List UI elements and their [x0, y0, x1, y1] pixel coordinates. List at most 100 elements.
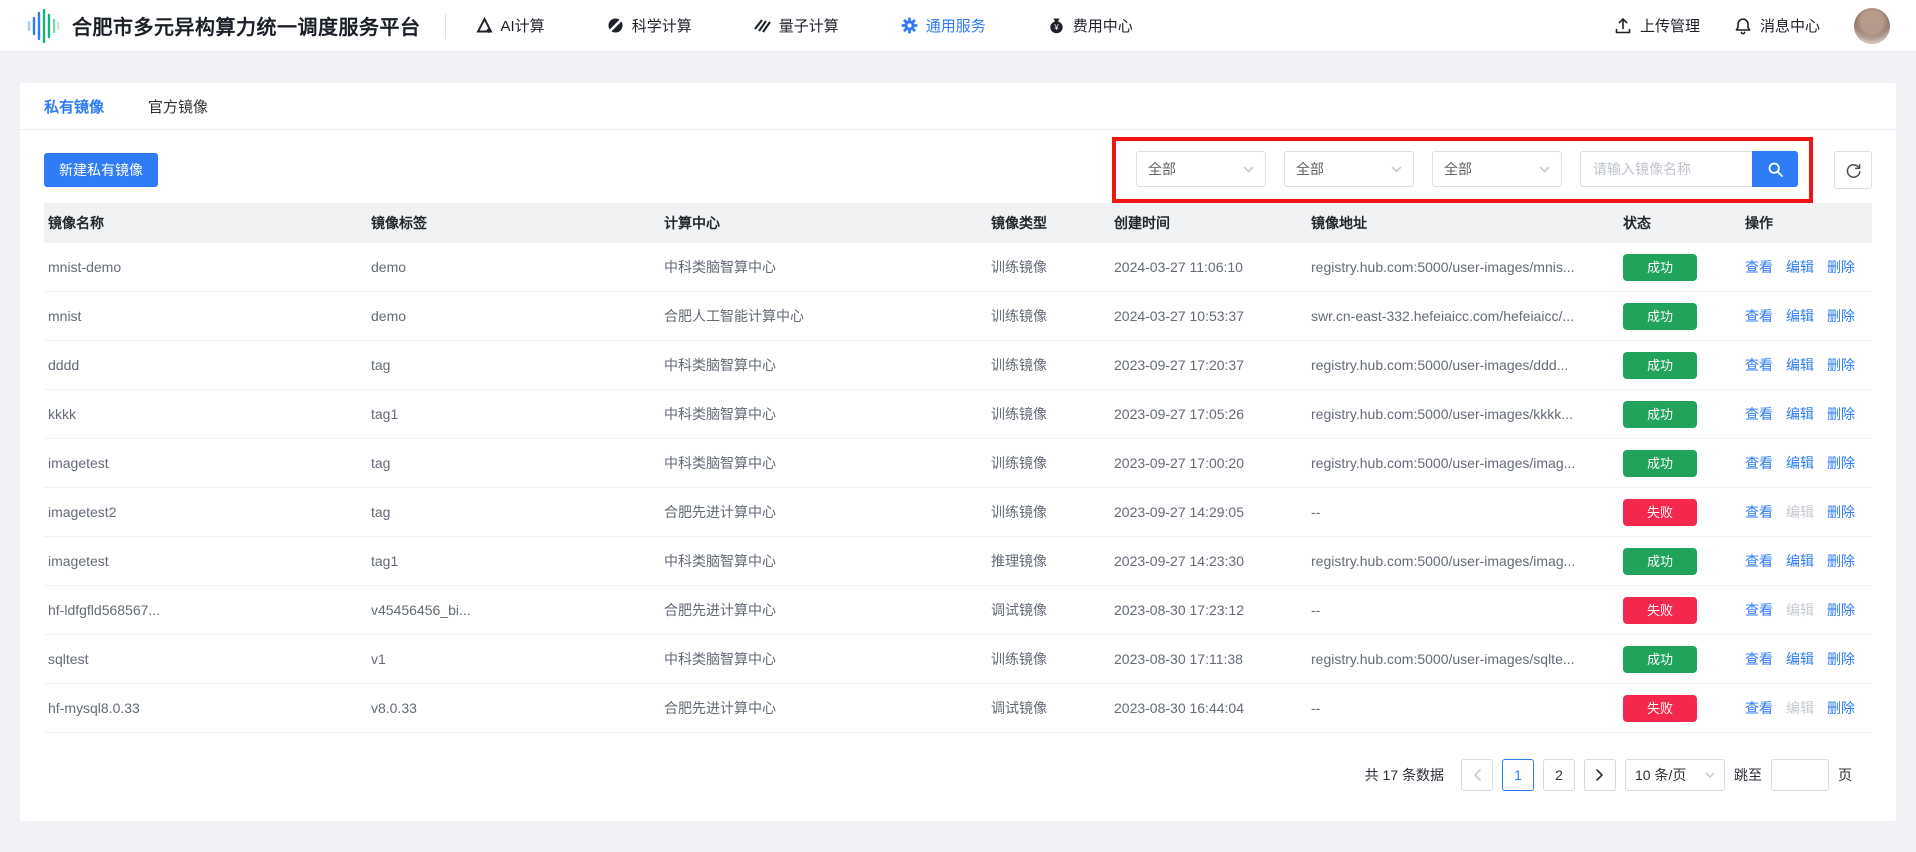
- action-delete[interactable]: 删除: [1827, 698, 1855, 718]
- action-delete[interactable]: 删除: [1827, 453, 1855, 473]
- status-badge: 成功: [1623, 254, 1697, 281]
- search-button[interactable]: [1752, 151, 1798, 187]
- action-view[interactable]: 查看: [1745, 453, 1773, 473]
- upload-manage-button[interactable]: 上传管理: [1614, 15, 1700, 36]
- col-image-name: 镜像名称: [44, 213, 367, 233]
- cell-status: 成功: [1619, 401, 1741, 428]
- image-name-search-input[interactable]: [1580, 151, 1752, 187]
- col-compute-center: 计算中心: [660, 213, 987, 233]
- cell-image-tag: demo: [367, 259, 660, 275]
- chevron-down-icon: [1539, 166, 1550, 173]
- action-delete[interactable]: 删除: [1827, 355, 1855, 375]
- cell-image-name: imagetest: [44, 455, 367, 471]
- status-badge: 成功: [1623, 548, 1697, 575]
- cell-image-address: --: [1307, 504, 1619, 520]
- tab-private-images[interactable]: 私有镜像: [44, 96, 104, 117]
- jump-page-input[interactable]: [1771, 759, 1829, 791]
- app-header: 合肥市多元异构算力统一调度服务平台 AI计算 科学计算: [0, 0, 1916, 52]
- table-body: mnist-demo demo 中科类脑智算中心 训练镜像 2024-03-27…: [44, 243, 1872, 733]
- action-edit[interactable]: 编辑: [1786, 698, 1814, 718]
- action-edit[interactable]: 编辑: [1786, 502, 1814, 522]
- prev-page-button[interactable]: [1461, 759, 1493, 791]
- general-service-icon: [901, 17, 918, 34]
- bell-icon: [1734, 17, 1752, 35]
- col-status: 状态: [1619, 213, 1741, 233]
- cell-status: 成功: [1619, 646, 1741, 673]
- action-view[interactable]: 查看: [1745, 649, 1773, 669]
- cell-compute-center: 中科类脑智算中心: [660, 649, 987, 669]
- action-edit[interactable]: 编辑: [1786, 355, 1814, 375]
- action-delete[interactable]: 删除: [1827, 600, 1855, 620]
- cell-compute-center: 中科类脑智算中心: [660, 257, 987, 277]
- cell-image-type: 训练镜像: [987, 649, 1110, 669]
- status-badge: 成功: [1623, 450, 1697, 477]
- cell-image-name: dddd: [44, 357, 367, 373]
- nav-item-ai-compute[interactable]: AI计算: [476, 15, 545, 36]
- cell-created-time: 2023-09-27 17:05:26: [1110, 406, 1307, 422]
- next-page-button[interactable]: [1584, 759, 1616, 791]
- cell-compute-center: 中科类脑智算中心: [660, 551, 987, 571]
- chevron-down-icon: [1705, 772, 1715, 778]
- cell-image-tag: tag: [367, 455, 660, 471]
- nav-item-quantum-compute[interactable]: 量子计算: [754, 15, 839, 36]
- action-view[interactable]: 查看: [1745, 502, 1773, 522]
- cell-actions: 查看 编辑 删除: [1741, 649, 1872, 669]
- action-delete[interactable]: 删除: [1827, 502, 1855, 522]
- action-view[interactable]: 查看: [1745, 698, 1773, 718]
- action-edit[interactable]: 编辑: [1786, 551, 1814, 571]
- refresh-button[interactable]: [1834, 151, 1872, 189]
- cell-created-time: 2023-09-27 17:00:20: [1110, 455, 1307, 471]
- message-center-button[interactable]: 消息中心: [1734, 15, 1820, 36]
- action-view[interactable]: 查看: [1745, 600, 1773, 620]
- brand-logo-icon: [26, 9, 60, 43]
- nav-item-science-compute[interactable]: 科学计算: [607, 15, 692, 36]
- cell-image-name: kkkk: [44, 406, 367, 422]
- cell-actions: 查看 编辑 删除: [1741, 453, 1872, 473]
- col-created-time: 创建时间: [1110, 213, 1307, 233]
- content-card: 私有镜像 官方镜像 新建私有镜像 全部 全部 全部: [20, 83, 1896, 821]
- action-edit[interactable]: 编辑: [1786, 257, 1814, 277]
- user-avatar[interactable]: [1854, 8, 1890, 44]
- header-divider: [445, 14, 446, 38]
- search-icon: [1767, 161, 1784, 178]
- brand[interactable]: 合肥市多元异构算力统一调度服务平台: [26, 9, 421, 43]
- toolbar: 新建私有镜像 全部 全部 全部: [20, 130, 1896, 203]
- action-delete[interactable]: 删除: [1827, 306, 1855, 326]
- app-title: 合肥市多元异构算力统一调度服务平台: [72, 11, 421, 40]
- action-view[interactable]: 查看: [1745, 257, 1773, 277]
- create-private-image-button[interactable]: 新建私有镜像: [44, 153, 158, 187]
- action-edit[interactable]: 编辑: [1786, 453, 1814, 473]
- action-delete[interactable]: 删除: [1827, 551, 1855, 571]
- action-delete[interactable]: 删除: [1827, 257, 1855, 277]
- action-edit[interactable]: 编辑: [1786, 649, 1814, 669]
- filter-select-2[interactable]: 全部: [1284, 151, 1414, 187]
- table-row: hf-ldfgfld568567... v45456456_bi... 合肥先进…: [44, 586, 1872, 635]
- action-view[interactable]: 查看: [1745, 404, 1773, 424]
- refresh-icon: [1845, 162, 1862, 179]
- action-edit[interactable]: 编辑: [1786, 306, 1814, 326]
- page-button-2[interactable]: 2: [1543, 759, 1575, 791]
- action-view[interactable]: 查看: [1745, 355, 1773, 375]
- tab-official-images[interactable]: 官方镜像: [148, 96, 208, 117]
- cell-actions: 查看 编辑 删除: [1741, 355, 1872, 375]
- image-tabs: 私有镜像 官方镜像: [20, 83, 1896, 130]
- action-delete[interactable]: 删除: [1827, 404, 1855, 424]
- action-edit[interactable]: 编辑: [1786, 600, 1814, 620]
- action-edit[interactable]: 编辑: [1786, 404, 1814, 424]
- nav-item-cost-center[interactable]: ¥ 费用中心: [1048, 15, 1133, 36]
- action-view[interactable]: 查看: [1745, 551, 1773, 571]
- table-row: dddd tag 中科类脑智算中心 训练镜像 2023-09-27 17:20:…: [44, 341, 1872, 390]
- page-size-select[interactable]: 10 条/页: [1625, 759, 1725, 791]
- nav-label: 量子计算: [779, 15, 839, 36]
- action-view[interactable]: 查看: [1745, 306, 1773, 326]
- cell-image-type: 调试镜像: [987, 698, 1110, 718]
- upload-icon: [1614, 17, 1632, 35]
- filter-select-1[interactable]: 全部: [1136, 151, 1266, 187]
- cell-actions: 查看 编辑 删除: [1741, 551, 1872, 571]
- cell-actions: 查看 编辑 删除: [1741, 698, 1872, 718]
- nav-item-general-service[interactable]: 通用服务: [901, 15, 986, 36]
- action-delete[interactable]: 删除: [1827, 649, 1855, 669]
- filter-select-3[interactable]: 全部: [1432, 151, 1562, 187]
- total-count: 共 17 条数据: [1365, 765, 1444, 785]
- page-button-1[interactable]: 1: [1502, 759, 1534, 791]
